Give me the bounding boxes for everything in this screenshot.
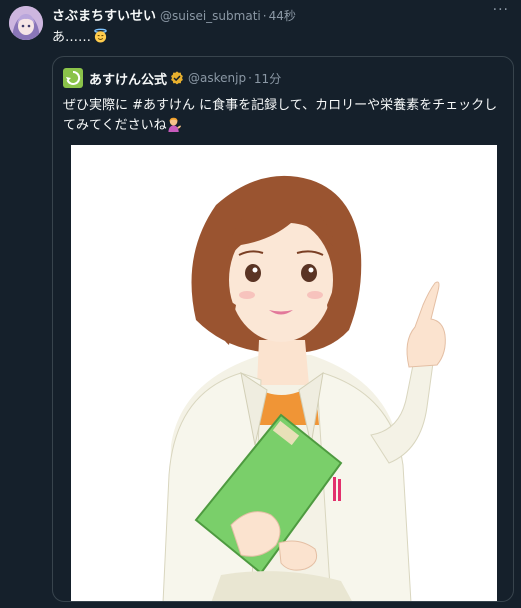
verified-badge-icon <box>171 71 183 85</box>
quoted-tweet[interactable]: あすけん公式 @askenjp · 11分 ぜひ実際に #あすけん に食事を記録… <box>52 56 514 602</box>
media-image[interactable] <box>71 145 497 601</box>
tweet-text-content: あ…… <box>52 30 92 45</box>
tweet-text: あ…… <box>52 26 108 45</box>
quoted-user-handle[interactable]: @askenjp <box>188 71 246 85</box>
quoted-timestamp[interactable]: 11分 <box>254 70 281 87</box>
display-name[interactable]: さぶまちすいせい <box>52 5 156 24</box>
tweet[interactable]: さぶまちすいせい @suisei_submati · 44秒 ··· あ…… あ… <box>0 0 521 608</box>
separator-dot: · <box>248 71 252 85</box>
quoted-tweet-header: あすけん公式 @askenjp · 11分 <box>63 68 281 88</box>
timestamp[interactable]: 44秒 <box>269 7 296 24</box>
user-avatar[interactable] <box>9 6 43 40</box>
tweet-header: さぶまちすいせい @suisei_submati · 44秒 <box>52 5 296 24</box>
person-tipping-hand-icon <box>168 117 181 132</box>
quoted-display-name[interactable]: あすけん公式 <box>89 69 167 88</box>
quoted-user-avatar[interactable] <box>63 68 83 88</box>
user-handle[interactable]: @suisei_submati <box>160 9 261 23</box>
separator-dot: · <box>262 9 267 23</box>
more-options-icon[interactable]: ··· <box>493 2 509 18</box>
quoted-tweet-text-content: ぜひ実際に #あすけん に食事を記録して、カロリーや栄養素をチェックしてみてくだ… <box>63 98 498 133</box>
smiling-face-with-halo-icon <box>94 28 107 43</box>
quoted-tweet-text: ぜひ実際に #あすけん に食事を記録して、カロリーや栄養素をチェックしてみてくだ… <box>63 96 503 136</box>
